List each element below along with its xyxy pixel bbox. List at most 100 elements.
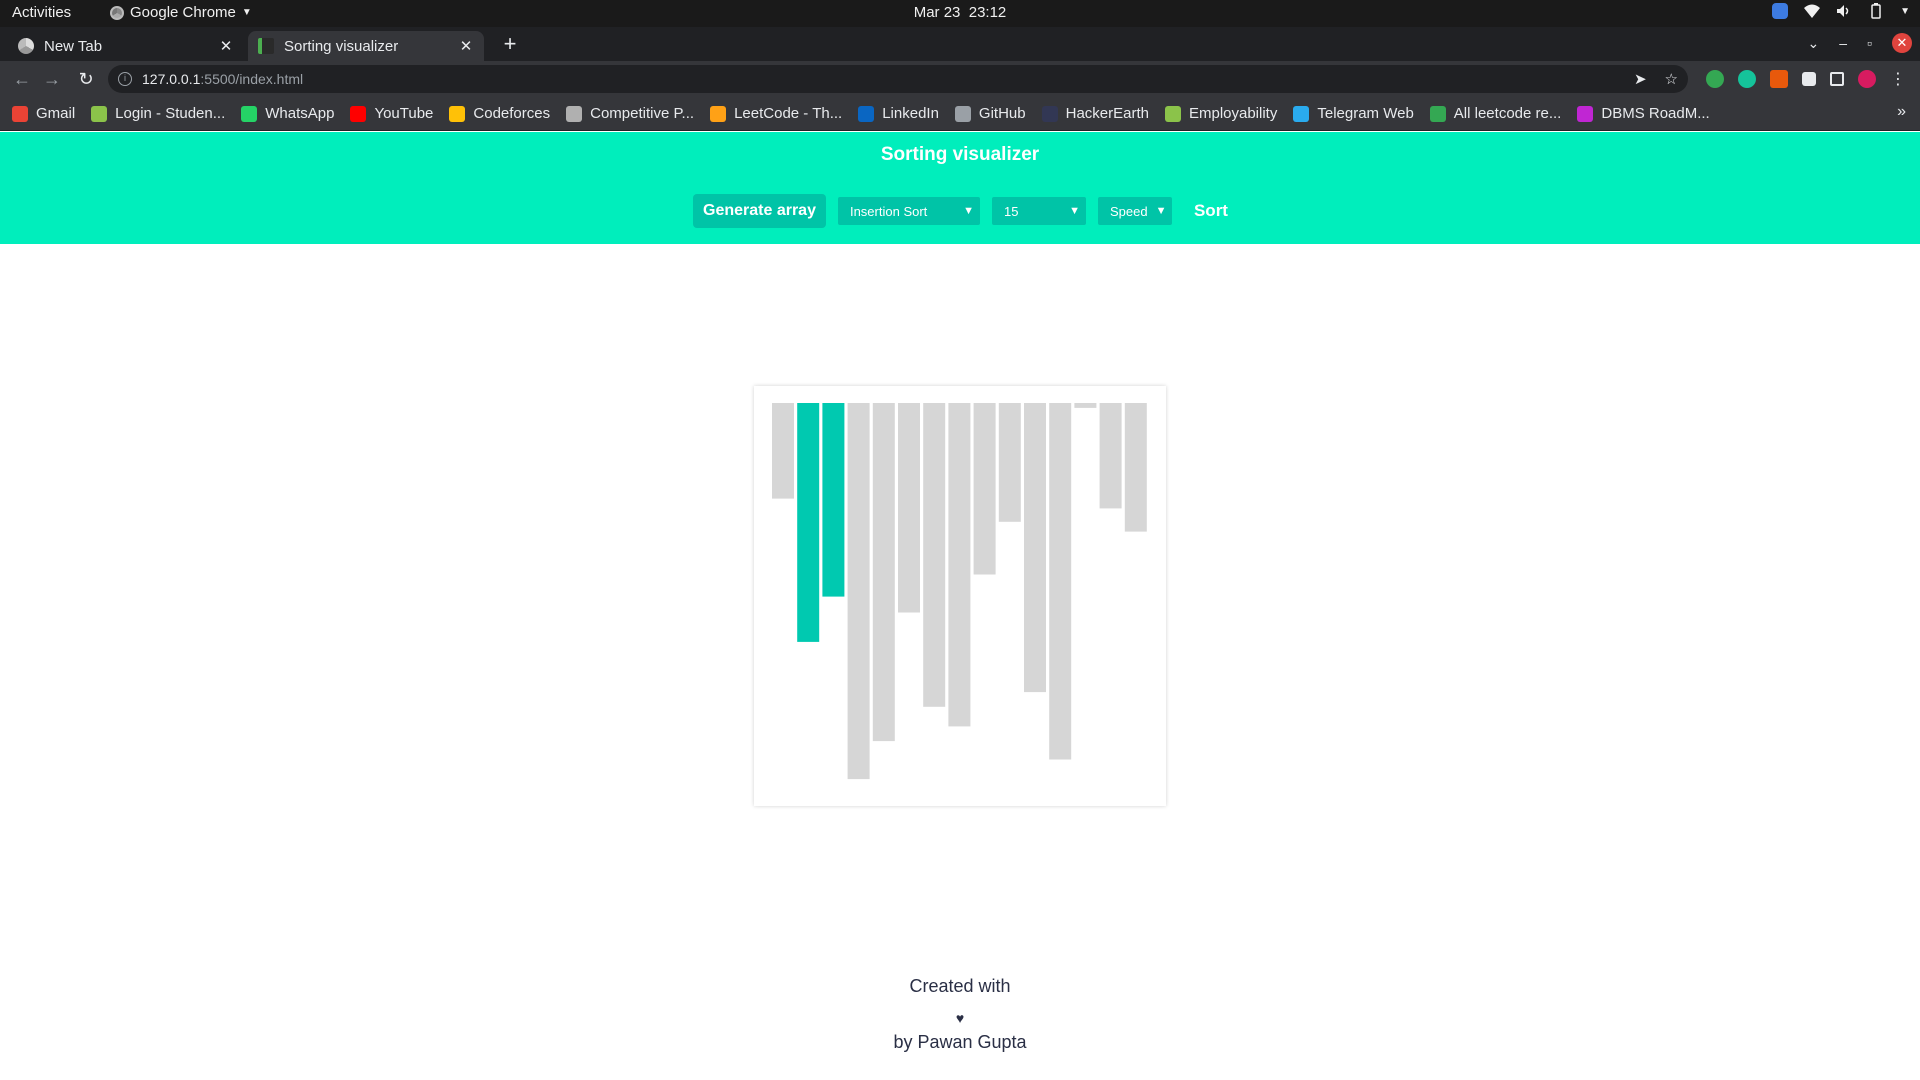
bookmark-item[interactable]: LeetCode - Th... [710, 105, 842, 122]
bookmark-favicon-icon [954, 105, 971, 122]
array-bar [797, 403, 820, 642]
bookmark-label: Codeforces [473, 105, 551, 122]
extension-orange-icon[interactable] [1770, 70, 1788, 88]
forward-icon[interactable]: → [42, 69, 62, 90]
bookmark-item[interactable]: Login - Studen... [91, 105, 225, 122]
bookmark-label: All leetcode re... [1453, 105, 1562, 122]
bookmark-item[interactable]: WhatsApp [241, 105, 334, 122]
address-bar[interactable]: i 127.0.0.1:5500/index.html ➤ ☆ [108, 65, 1688, 93]
close-tab-icon[interactable]: ✕ [458, 37, 474, 55]
chrome-icon [110, 5, 124, 20]
array-bar [1049, 403, 1072, 760]
bookmark-label: Employability [1188, 105, 1278, 122]
tab-sorting-visualizer[interactable]: Sorting visualizer ✕ [248, 31, 484, 61]
extensions-puzzle-icon[interactable] [1802, 72, 1816, 86]
browser-toolbar: ← → ↻ i 127.0.0.1:5500/index.html ➤ ☆ ⋮ [0, 61, 1920, 97]
system-top-bar: Activities Google Chrome ▼ Mar 23 23:12 … [0, 0, 1920, 27]
array-bar [1099, 403, 1122, 509]
side-panel-icon[interactable] [1830, 72, 1844, 86]
more-bookmarks-icon[interactable]: » [1897, 103, 1906, 121]
bookmark-label: Competitive P... [590, 105, 695, 122]
bookmark-item[interactable]: GitHub [954, 105, 1026, 122]
tab-search-icon[interactable]: ⌄ [1808, 35, 1820, 52]
extensions-area: ⋮ [1706, 69, 1906, 89]
chevron-down-icon: ▼ [1069, 205, 1080, 217]
system-menu-caret-icon[interactable]: ▼ [1900, 6, 1910, 17]
page-favicon-icon [258, 38, 274, 54]
battery-icon[interactable] [1868, 3, 1884, 19]
bookmark-favicon-icon [1429, 105, 1446, 122]
bookmark-favicon-icon [350, 105, 367, 122]
bookmark-item[interactable]: Codeforces [449, 105, 550, 122]
bookmark-item[interactable]: LinkedIn [858, 105, 939, 122]
bookmark-favicon-icon [710, 105, 727, 122]
bookmark-favicon-icon [858, 105, 875, 122]
bookmark-item[interactable]: YouTube [350, 105, 433, 122]
array-bar [822, 403, 845, 597]
bookmark-star-icon[interactable]: ☆ [1665, 70, 1678, 88]
bookmark-favicon-icon [1293, 105, 1310, 122]
url-path: :5500/index.html [200, 71, 304, 87]
screen-record-icon[interactable] [1772, 3, 1789, 19]
bookmark-label: GitHub [978, 105, 1026, 122]
extension-green-plus-icon[interactable] [1706, 70, 1724, 88]
system-tray[interactable]: ▼ [1772, 3, 1910, 19]
bookmark-label: LeetCode - Th... [734, 105, 843, 122]
sort-button[interactable]: Sort [1194, 201, 1228, 221]
bookmark-label: YouTube [374, 105, 434, 122]
app-menu[interactable]: Google Chrome ▼ [110, 4, 252, 21]
volume-icon[interactable] [1836, 3, 1852, 19]
clock-time: 23:12 [968, 4, 1007, 21]
array-bar [872, 403, 895, 742]
array-bar [998, 403, 1021, 522]
wifi-icon[interactable] [1804, 3, 1821, 19]
generate-array-button[interactable]: Generate array [693, 194, 826, 228]
bookmark-item[interactable]: Competitive P... [566, 105, 694, 122]
array-size-select-value: 15 [1003, 203, 1019, 219]
chevron-down-icon: ▼ [1155, 205, 1167, 217]
bookmark-favicon-icon [1041, 105, 1058, 122]
array-bar [948, 403, 971, 727]
bookmark-item[interactable]: Employability [1164, 105, 1278, 122]
menu-dots-icon[interactable]: ⋮ [1890, 69, 1906, 89]
minimize-icon[interactable]: – [1839, 35, 1847, 51]
bookmark-label: Telegram Web [1317, 105, 1414, 122]
close-tab-icon[interactable]: ✕ [218, 37, 234, 55]
algorithm-select-value: Insertion Sort [849, 203, 928, 219]
bookmark-item[interactable]: Gmail [12, 105, 75, 122]
site-info-icon[interactable]: i [118, 72, 132, 86]
array-size-select[interactable]: 15 ▼ [991, 197, 1086, 225]
bookmark-item[interactable]: HackerEarth [1041, 105, 1149, 122]
speed-select-value: Speed [1109, 203, 1148, 219]
grammarly-icon[interactable] [1738, 70, 1756, 88]
speed-select[interactable]: Speed ▼ [1097, 197, 1172, 225]
array-bar [1024, 403, 1046, 693]
clock[interactable]: Mar 23 23:12 [0, 4, 1920, 21]
array-bar [772, 403, 794, 499]
bars-container [754, 386, 1166, 806]
tab-title: New Tab [44, 37, 103, 55]
clock-date: Mar 23 [913, 4, 961, 21]
share-icon[interactable]: ➤ [1634, 70, 1647, 88]
footer-created-with: Created with [909, 976, 1011, 996]
window-controls: ⌄ – ▫ ✕ [1808, 33, 1912, 53]
window-close-icon[interactable]: ✕ [1892, 33, 1912, 53]
maximize-icon[interactable]: ▫ [1867, 35, 1872, 51]
array-bar [1124, 403, 1147, 532]
bookmark-label: Login - Studen... [115, 105, 226, 122]
bars-svg [772, 403, 1147, 780]
algorithm-select[interactable]: Insertion Sort ▼ [837, 197, 980, 225]
activities-button[interactable]: Activities [12, 4, 71, 21]
bookmark-item[interactable]: All leetcode re... [1429, 105, 1562, 122]
new-tab-button[interactable]: + [498, 33, 522, 57]
back-icon[interactable]: ← [12, 69, 32, 90]
page-title: Sorting visualizer [880, 144, 1040, 165]
bookmark-item[interactable]: DBMS RoadM... [1577, 105, 1710, 122]
bookmark-favicon-icon [91, 105, 108, 122]
profile-avatar[interactable] [1858, 70, 1876, 88]
controls-bar: Generate array Insertion Sort ▼ 15 ▼ Spe… [693, 194, 1228, 228]
chevron-down-icon: ▼ [963, 205, 974, 217]
tab-new-tab[interactable]: New Tab ✕ [8, 31, 244, 61]
bookmark-item[interactable]: Telegram Web [1293, 105, 1414, 122]
reload-icon[interactable]: ↻ [76, 69, 96, 90]
